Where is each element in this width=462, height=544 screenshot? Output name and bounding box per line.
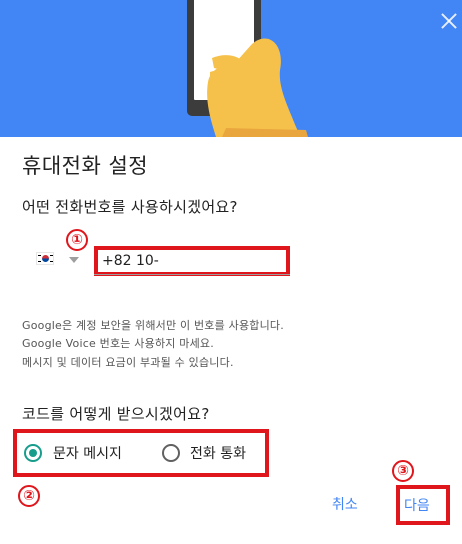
dialog-title: 휴대전화 설정	[22, 154, 149, 178]
marker-1-label: ①	[66, 229, 88, 251]
country-dropdown-icon[interactable]	[69, 257, 79, 263]
note-line-1: Google은 계정 보안을 위해서만 이 번호를 사용합니다.	[22, 319, 284, 332]
code-question: 코드를 어떻게 받으시겠어요?	[22, 405, 210, 423]
korea-flag-icon[interactable]	[36, 252, 54, 265]
cancel-button[interactable]: 취소	[332, 494, 358, 514]
annotation-marker-2: ②	[18, 483, 40, 507]
sms-radio-label[interactable]: 문자 메시지	[53, 443, 122, 463]
hero-illustration	[0, 0, 462, 137]
phone-number-input[interactable]	[94, 246, 290, 276]
input-underline	[94, 274, 290, 275]
marker-2-label: ②	[18, 485, 40, 507]
sms-radio[interactable]	[24, 444, 42, 462]
close-icon[interactable]	[440, 12, 458, 30]
note-line-2: Google Voice 번호는 사용하지 마세요.	[22, 337, 214, 350]
phone-question: 어떤 전화번호를 사용하시겠어요?	[22, 198, 238, 216]
annotation-marker-3: ③	[392, 458, 414, 482]
hand-illustration	[207, 38, 308, 137]
call-radio-label[interactable]: 전화 통화	[190, 443, 246, 463]
call-radio[interactable]	[162, 444, 180, 462]
note-line-3: 메시지 및 데이터 요금이 부과될 수 있습니다.	[22, 356, 234, 369]
marker-3-label: ③	[392, 460, 414, 482]
next-button[interactable]: 다음	[404, 495, 430, 515]
annotation-marker-1: ①	[66, 227, 88, 251]
